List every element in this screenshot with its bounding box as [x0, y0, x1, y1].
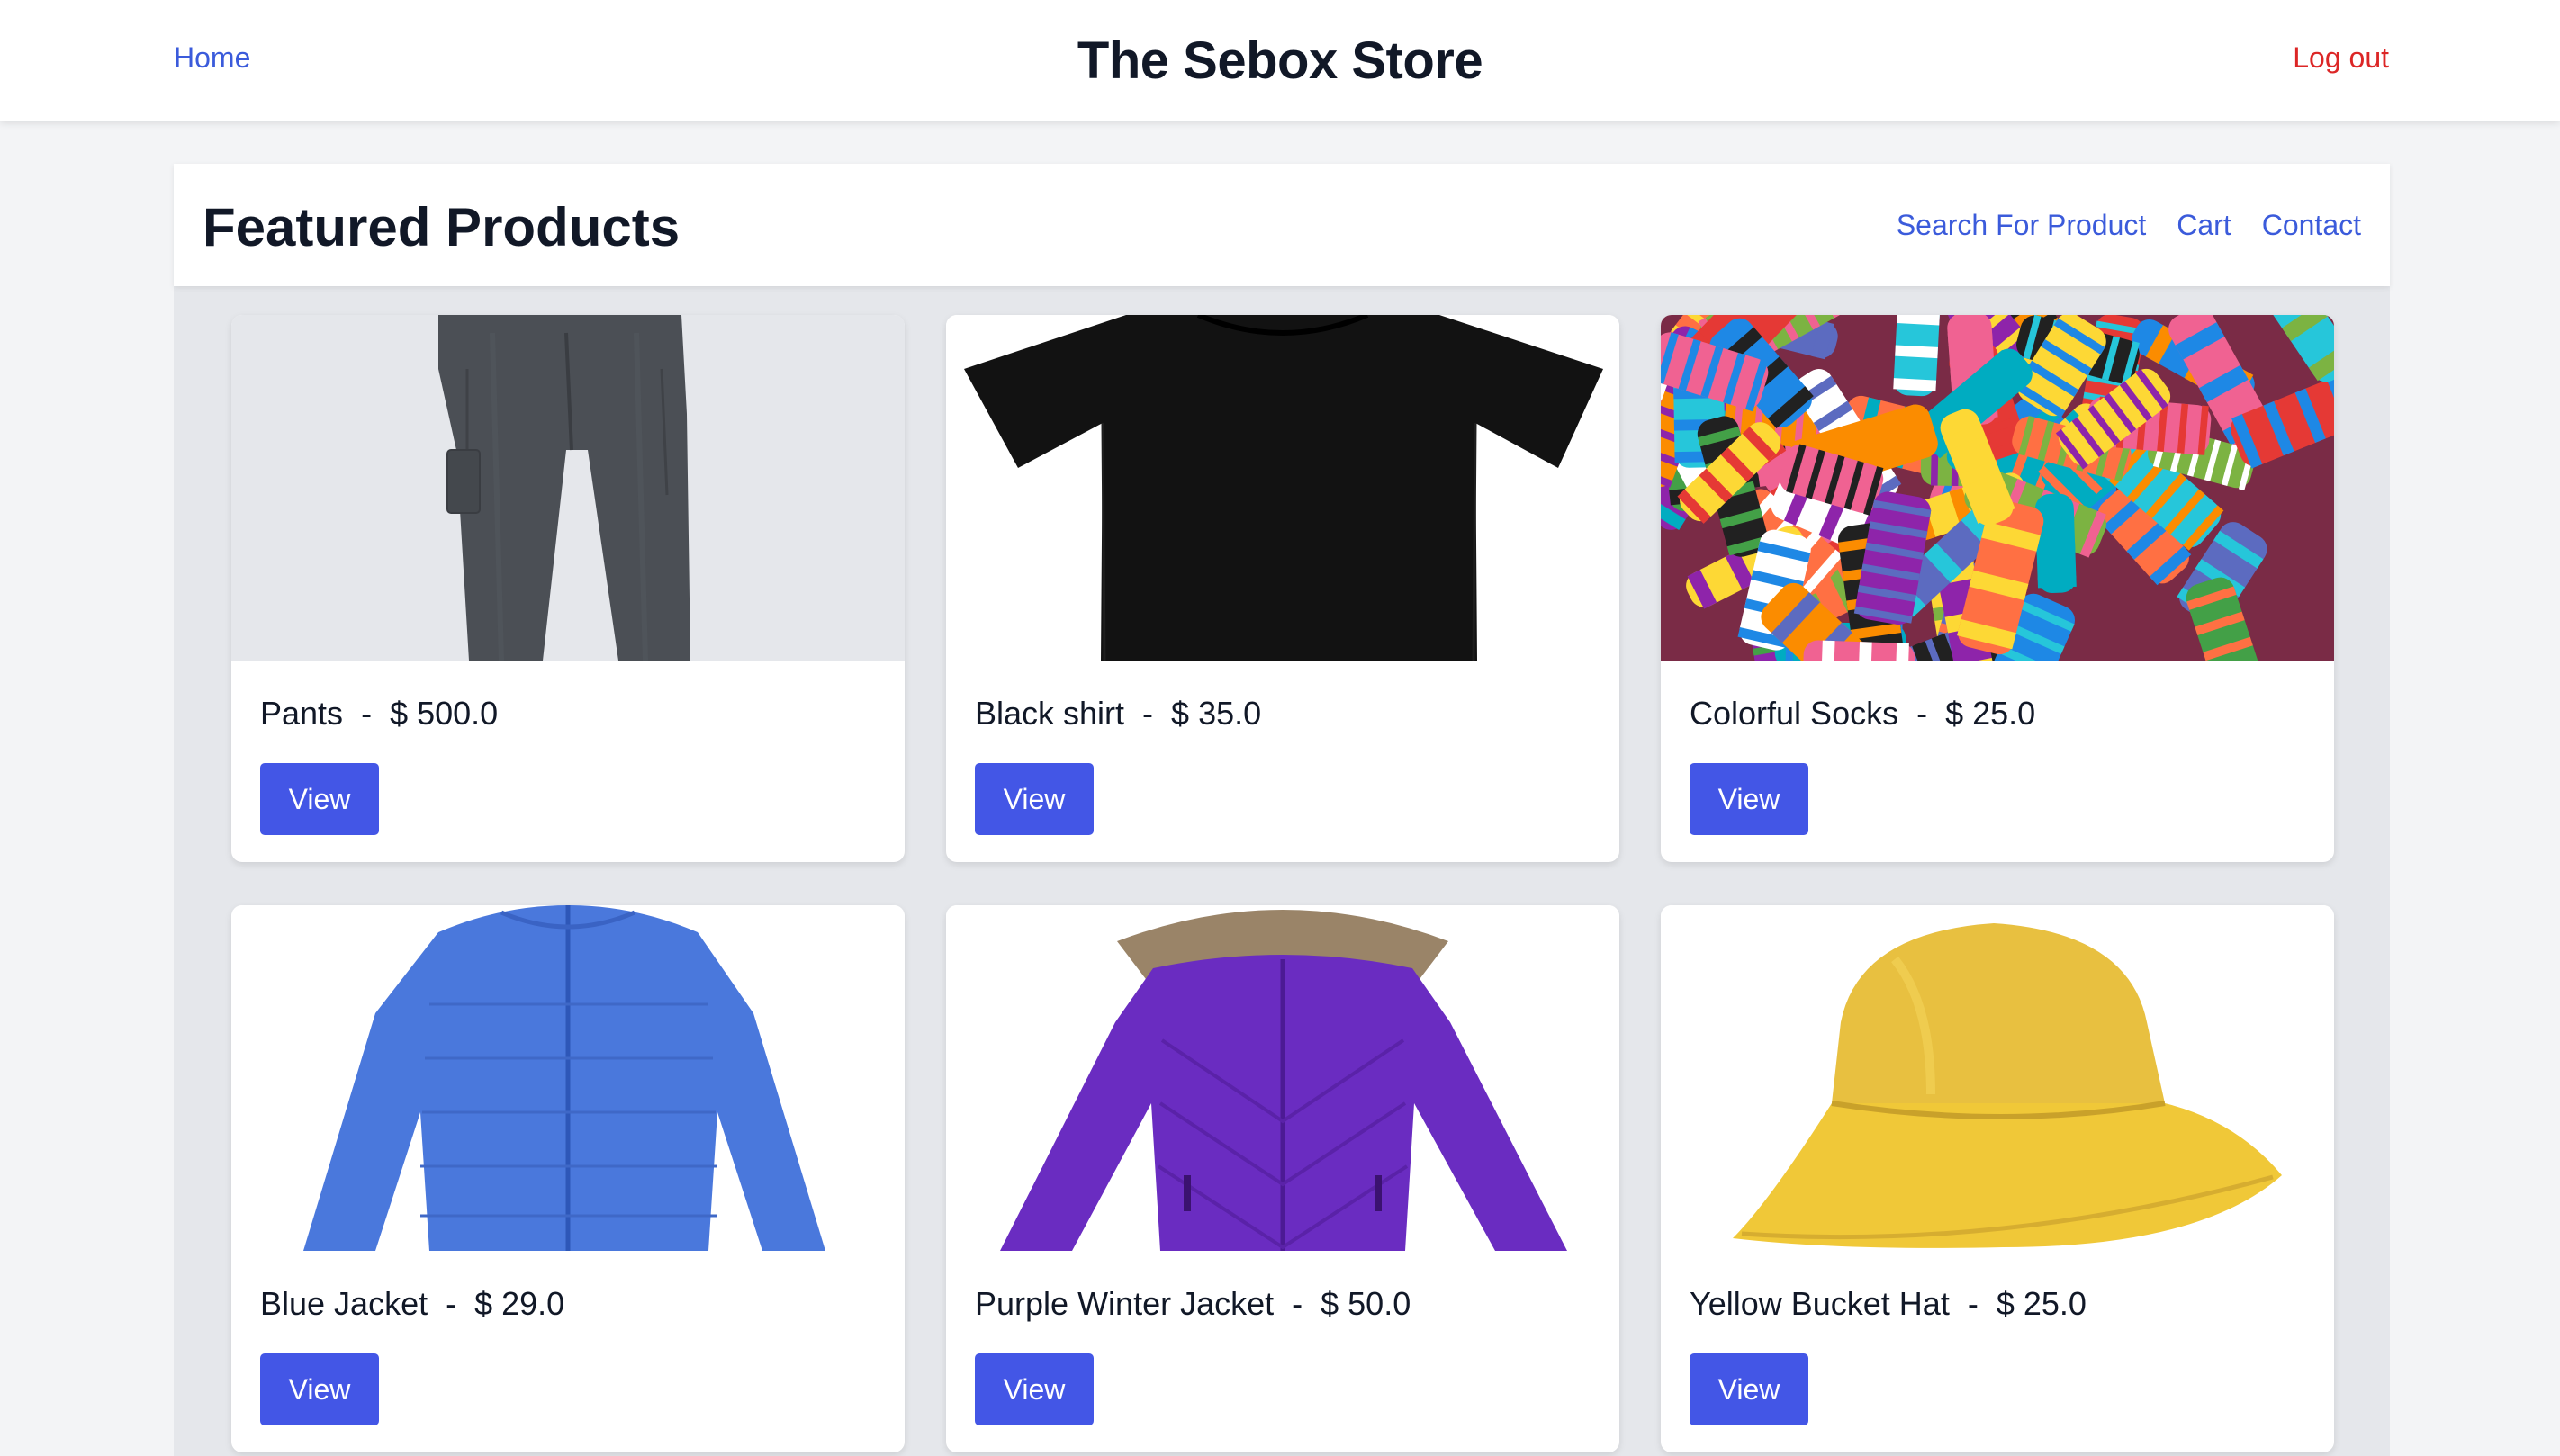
panel-header: Featured Products Search For Product Car… [174, 164, 2390, 286]
search-for-product-link[interactable]: Search For Product [1897, 209, 2146, 242]
product-image-yellow-bucket-hat[interactable] [1661, 905, 2334, 1251]
product-price: $ 25.0 [1945, 695, 2036, 732]
product-caption: Yellow Bucket Hat - $ 25.0 [1690, 1285, 2087, 1322]
product-caption: Black shirt - $ 35.0 [975, 695, 1262, 732]
top-nav-bar: Home The Sebox Store Log out [0, 0, 2560, 121]
logout-link[interactable]: Log out [2293, 41, 2389, 75]
product-price: $ 35.0 [1171, 695, 1262, 732]
product-image-black-shirt[interactable] [946, 315, 1619, 661]
product-card: Purple Winter Jacket - $ 50.0 View [946, 905, 1619, 1452]
product-price: $ 500.0 [390, 695, 499, 732]
view-button[interactable]: View [1690, 1353, 1808, 1425]
product-card: Blue Jacket - $ 29.0 View [231, 905, 905, 1452]
product-grid: Pants - $ 500.0 View Black shirt - $ 35.… [231, 315, 2334, 1452]
view-button[interactable]: View [975, 1353, 1094, 1425]
home-link[interactable]: Home [174, 41, 250, 75]
product-card: Pants - $ 500.0 View [231, 315, 905, 862]
view-button[interactable]: View [1690, 763, 1808, 835]
contact-link[interactable]: Contact [2262, 209, 2361, 242]
view-button[interactable]: View [260, 763, 379, 835]
product-image-colorful-socks[interactable] [1661, 315, 2334, 661]
view-button[interactable]: View [975, 763, 1094, 835]
product-caption: Pants - $ 500.0 [260, 695, 499, 732]
featured-products-panel: Featured Products Search For Product Car… [174, 164, 2390, 1456]
product-price: $ 29.0 [474, 1285, 565, 1322]
product-name: Black shirt [975, 695, 1125, 732]
store-title: The Sebox Store [1077, 31, 1483, 90]
product-card: Colorful Socks - $ 25.0 View [1661, 315, 2334, 862]
product-name: Purple Winter Jacket [975, 1285, 1275, 1322]
page-title: Featured Products [203, 197, 681, 257]
product-name: Blue Jacket [260, 1285, 428, 1322]
product-image-purple-winter-jacket[interactable] [946, 905, 1619, 1251]
product-caption: Blue Jacket - $ 29.0 [260, 1285, 565, 1322]
product-image-blue-jacket[interactable] [231, 905, 905, 1251]
cart-link[interactable]: Cart [2177, 209, 2231, 242]
panel-subnav: Search For Product Cart Contact [1897, 209, 2361, 242]
product-name: Colorful Socks [1690, 695, 1899, 732]
product-caption: Purple Winter Jacket - $ 50.0 [975, 1285, 1411, 1322]
product-card: Black shirt - $ 35.0 View [946, 315, 1619, 862]
product-price: $ 50.0 [1321, 1285, 1411, 1322]
product-price: $ 25.0 [1996, 1285, 2087, 1322]
product-image-pants[interactable] [231, 315, 905, 661]
product-name: Pants [260, 695, 344, 732]
view-button[interactable]: View [260, 1353, 379, 1425]
product-card: Yellow Bucket Hat - $ 25.0 View [1661, 905, 2334, 1452]
product-name: Yellow Bucket Hat [1690, 1285, 1950, 1322]
product-caption: Colorful Socks - $ 25.0 [1690, 695, 2036, 732]
